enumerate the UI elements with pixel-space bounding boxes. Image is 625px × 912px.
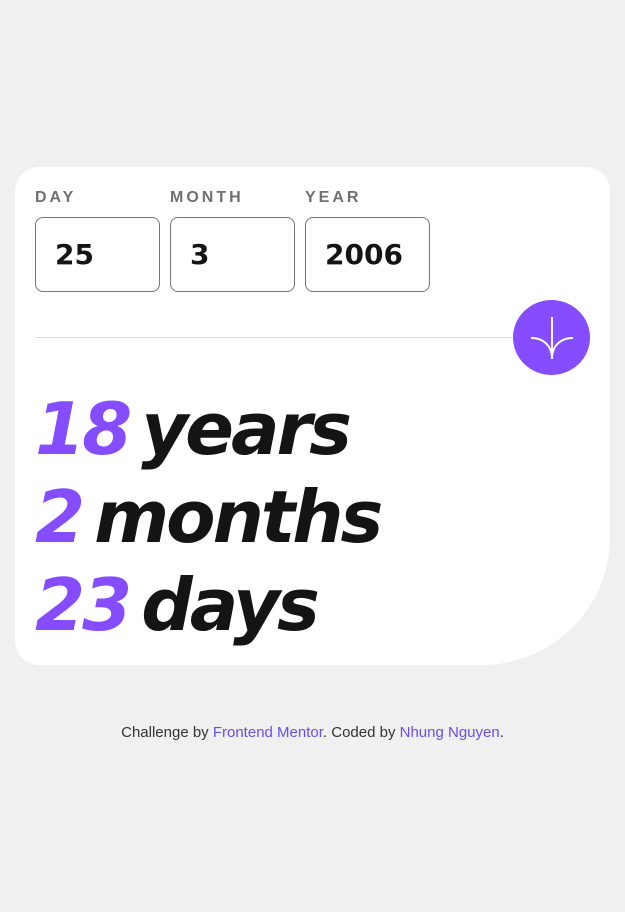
months-value: 2 (35, 475, 85, 559)
results: 18 years 2 months 23 days (35, 385, 383, 649)
day-field: DAY (35, 189, 160, 292)
years-unit: years (141, 387, 352, 471)
days-value: 23 (35, 563, 132, 647)
result-days: 23 days (35, 561, 380, 649)
days-unit: days (141, 563, 320, 647)
divider (35, 337, 515, 338)
day-label: DAY (35, 189, 77, 206)
frontend-mentor-link[interactable]: Frontend Mentor (213, 724, 323, 741)
author-link[interactable]: Nhung Nguyen (400, 724, 500, 741)
attribution-middle: . Coded by (322, 724, 400, 741)
submit-button[interactable] (513, 300, 590, 375)
month-field: MONTH (170, 189, 295, 292)
age-calculator-card: DAY MONTH YEAR 18years 2months 23days (15, 167, 610, 665)
attribution-suffix: . (499, 724, 504, 741)
year-input[interactable] (305, 217, 430, 292)
months-unit: months (94, 475, 383, 559)
attribution-prefix: Challenge by (121, 724, 213, 741)
month-input[interactable] (170, 217, 295, 292)
attribution: Challenge by Frontend Mentor. Coded by N… (0, 724, 625, 741)
day-input[interactable] (35, 217, 160, 292)
month-label: MONTH (170, 189, 244, 206)
result-months: 2 months (35, 473, 383, 561)
year-field: YEAR (305, 189, 430, 292)
year-label: YEAR (305, 189, 362, 206)
years-value: 18 (35, 387, 132, 471)
arrow-down-icon (530, 316, 573, 359)
result-years: 18 years (35, 385, 380, 473)
